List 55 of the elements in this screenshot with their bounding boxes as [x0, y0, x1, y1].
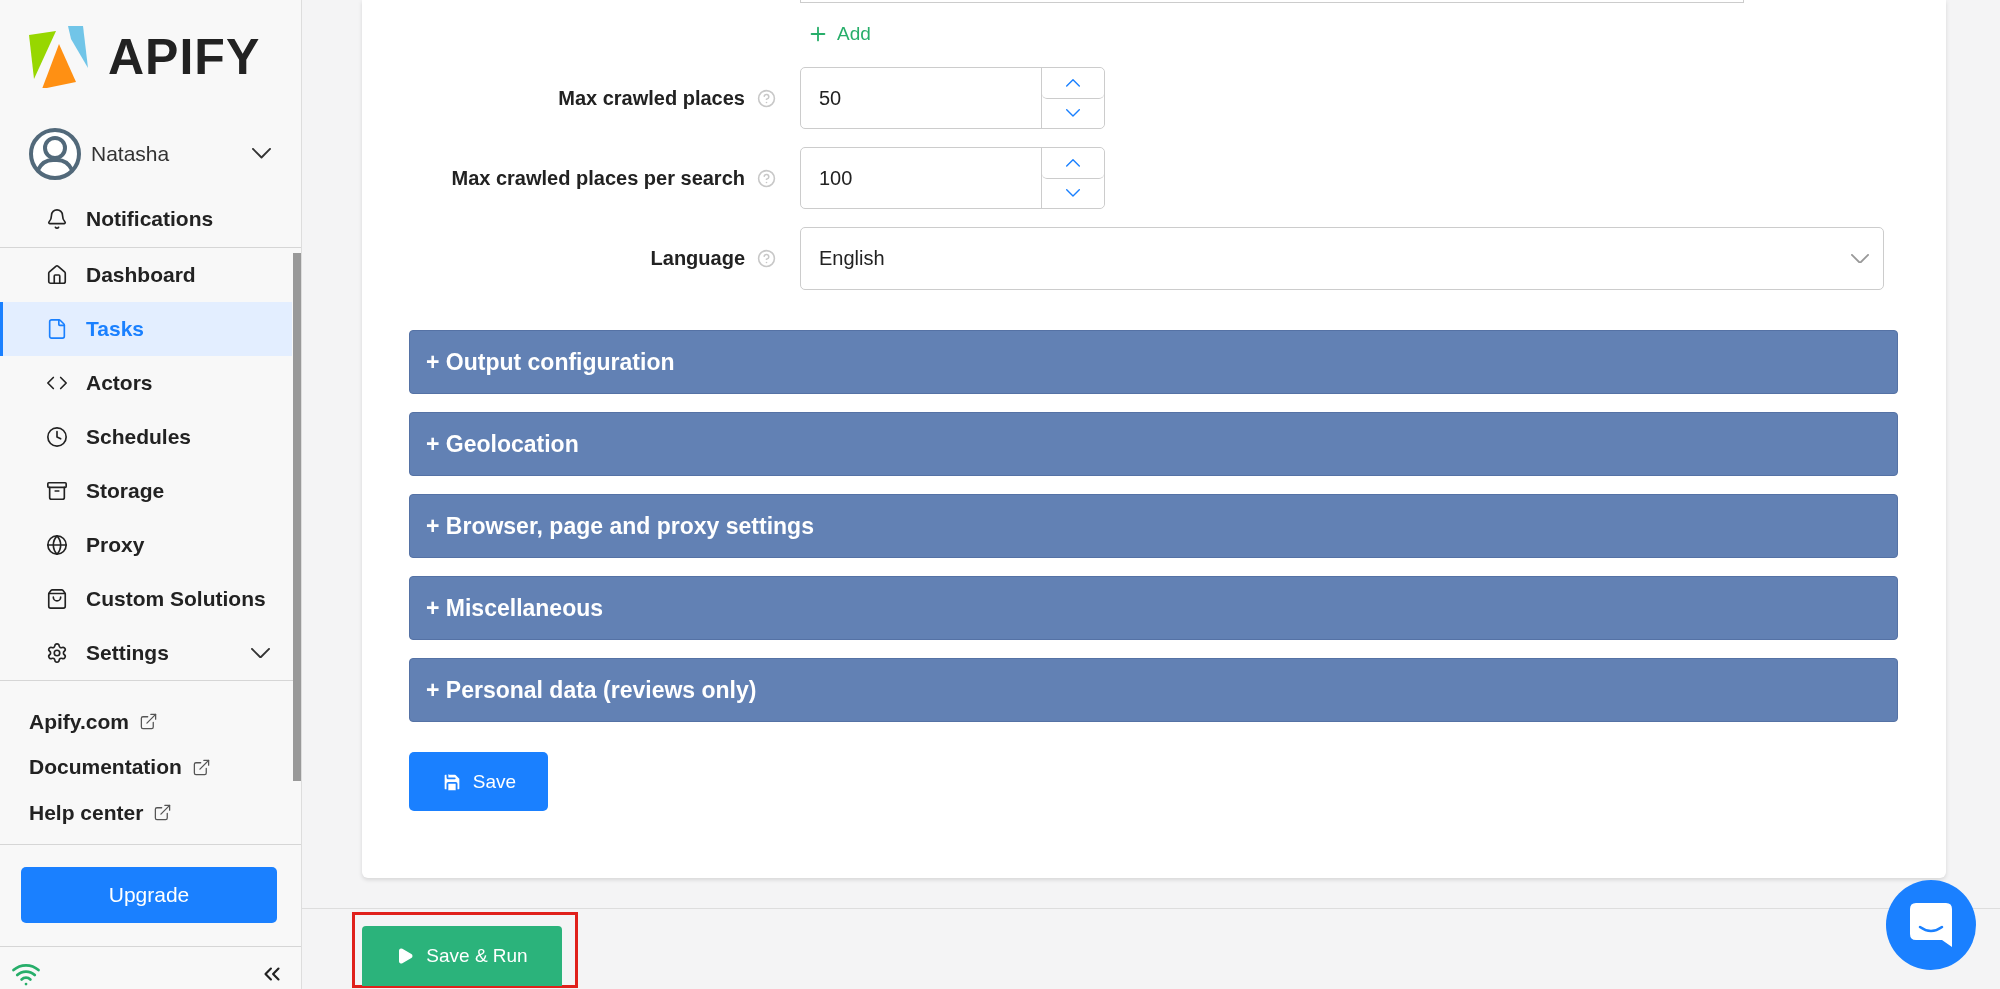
logo-icon [28, 26, 90, 89]
collapsible-section-header[interactable]: + Personal data (reviews only) [409, 658, 1898, 722]
notifications-link[interactable]: Notifications [0, 192, 292, 247]
external-link[interactable]: Documentation [0, 744, 211, 790]
upgrade-button[interactable]: Upgrade [21, 867, 277, 923]
input-field[interactable] [800, 0, 1744, 3]
chevron-up-icon [1066, 78, 1080, 87]
file-icon [46, 318, 68, 341]
user-menu[interactable]: Natasha [0, 114, 301, 193]
nav-item[interactable]: Schedules [0, 410, 292, 465]
chevron-down-icon [1851, 253, 1869, 264]
increment-button[interactable] [1042, 148, 1104, 179]
nav-item[interactable]: Storage [0, 464, 292, 519]
field-label: Language [650, 247, 745, 270]
number-input[interactable]: 50 [800, 67, 1105, 129]
increment-button[interactable] [1042, 68, 1104, 99]
archive-icon [46, 480, 68, 503]
scrollbar[interactable] [293, 253, 301, 781]
globe-icon [46, 534, 68, 557]
home-icon [46, 264, 68, 287]
field-label: Max crawled places [558, 86, 745, 110]
chevron-down-icon [1066, 109, 1080, 118]
avatar-icon [29, 127, 81, 180]
collapsible-section-header[interactable]: + Geolocation [409, 412, 1898, 476]
help-icon[interactable] [757, 168, 776, 188]
play-icon [396, 947, 415, 965]
external-link[interactable]: Help center [0, 790, 173, 836]
number-input[interactable]: 100 [800, 147, 1105, 209]
clock-icon [46, 426, 68, 449]
external-link[interactable]: Apify.com [0, 699, 158, 745]
logo-text: APIFY [108, 28, 261, 87]
language-select[interactable]: English [800, 227, 1884, 290]
bell-icon [46, 208, 68, 231]
chat-icon [1910, 903, 1952, 947]
external-link-icon [138, 712, 158, 732]
nav-item[interactable]: Dashboard [0, 248, 292, 303]
help-icon[interactable] [757, 88, 776, 108]
collapsible-section-header[interactable]: + Output configuration [409, 330, 1898, 394]
nav-item[interactable]: Settings [0, 626, 292, 681]
bag-icon [46, 588, 68, 611]
chevron-up-icon [1066, 158, 1080, 167]
user-name: Natasha [91, 141, 171, 166]
chevron-down-icon [1066, 189, 1080, 198]
settings-icon [46, 642, 68, 665]
help-icon[interactable] [757, 249, 776, 268]
external-link-icon [153, 803, 173, 823]
nav-item[interactable]: Proxy [0, 518, 292, 573]
external-link-icon [191, 757, 211, 777]
collapsible-section-header[interactable]: + Browser, page and proxy settings [409, 494, 1898, 558]
nav-item[interactable]: Actors [0, 356, 292, 411]
collapsible-section-header[interactable]: + Miscellaneous [409, 576, 1898, 640]
chevron-down-icon [252, 148, 271, 159]
save-button[interactable]: Save [409, 752, 548, 811]
nav-item[interactable]: Custom Solutions [0, 572, 292, 627]
field-label: Max crawled places per search [451, 166, 745, 190]
